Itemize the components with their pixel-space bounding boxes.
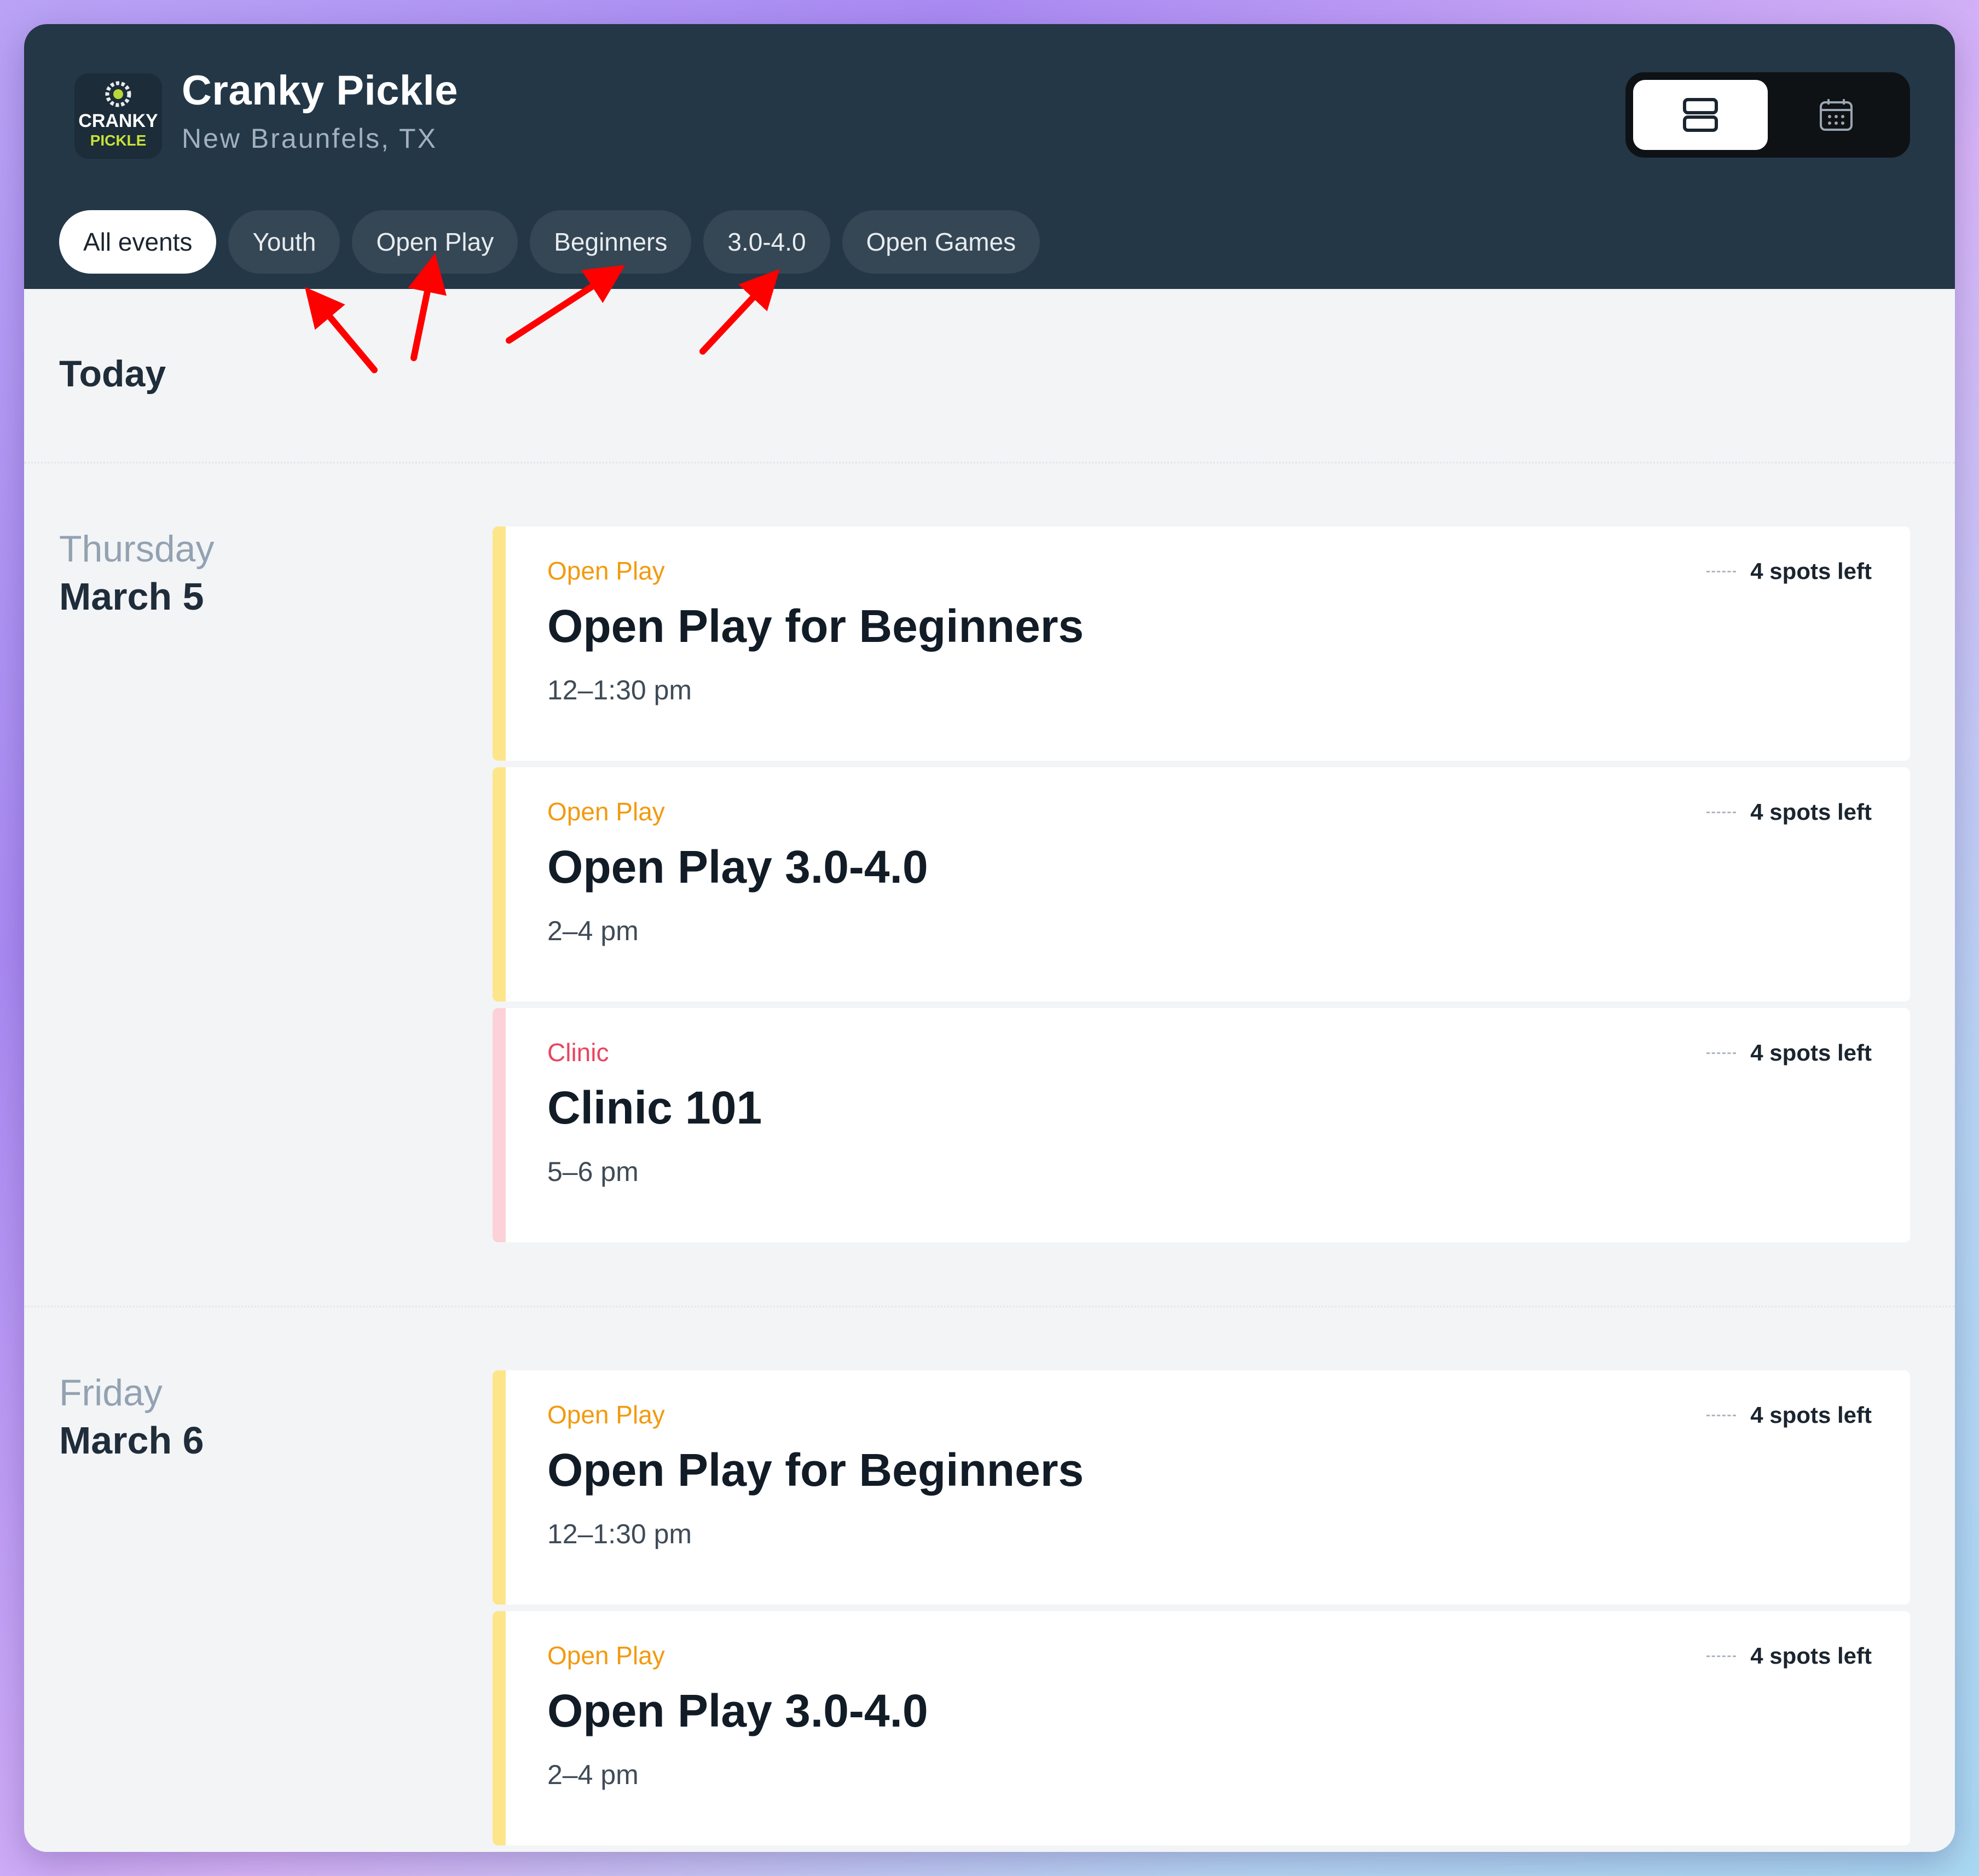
event-title: Open Play 3.0-4.0 xyxy=(547,1685,928,1736)
svg-text:CRANKY: CRANKY xyxy=(78,111,158,131)
event-time: 2–4 pm xyxy=(547,1759,639,1790)
event-time: 2–4 pm xyxy=(547,916,639,946)
event-category: Clinic xyxy=(547,1038,609,1067)
event-time: 12–1:30 pm xyxy=(547,675,692,705)
category-color-bar xyxy=(493,1370,506,1605)
category-color-bar xyxy=(493,767,506,1001)
calendar-icon xyxy=(1820,99,1853,131)
spots-indicator: 4 spots left xyxy=(1706,1402,1872,1428)
day-weekday: Friday xyxy=(59,1372,163,1414)
spots-left: 4 spots left xyxy=(1750,1643,1872,1669)
event-card[interactable]: Open Play Open Play 3.0-4.0 2–4 pm 4 spo… xyxy=(493,767,1910,1001)
event-title: Open Play 3.0-4.0 xyxy=(547,841,928,893)
filter-pills: All events Youth Open Play Beginners 3.0… xyxy=(59,210,1040,274)
spots-left: 4 spots left xyxy=(1750,1040,1872,1066)
event-time: 12–1:30 pm xyxy=(547,1519,692,1549)
category-color-bar xyxy=(493,1611,506,1845)
view-toggle xyxy=(1625,72,1910,158)
spots-left: 4 spots left xyxy=(1750,1402,1872,1428)
filter-all-events[interactable]: All events xyxy=(59,210,217,274)
filter-3-0-4-0[interactable]: 3.0-4.0 xyxy=(703,210,830,274)
app-window: CRANKY PICKLE Cranky Pickle New Braunfel… xyxy=(24,24,1955,1852)
svg-text:PICKLE: PICKLE xyxy=(90,132,147,149)
list-view-icon xyxy=(1683,98,1718,132)
spots-left: 4 spots left xyxy=(1750,558,1872,584)
event-category: Open Play xyxy=(547,797,665,826)
spots-indicator: 4 spots left xyxy=(1706,1643,1872,1669)
event-category: Open Play xyxy=(547,1400,665,1429)
annotation-arrow xyxy=(304,287,378,373)
event-title: Clinic 101 xyxy=(547,1082,762,1133)
event-card[interactable]: Open Play Open Play for Beginners 12–1:3… xyxy=(493,526,1910,761)
annotation-arrow xyxy=(699,269,780,355)
section-divider xyxy=(24,462,1955,464)
spots-indicator: 4 spots left xyxy=(1706,799,1872,825)
dash-icon xyxy=(1706,570,1737,572)
club-logo: CRANKY PICKLE xyxy=(74,73,162,159)
dash-icon xyxy=(1706,1655,1737,1657)
event-time: 5–6 pm xyxy=(547,1156,639,1187)
dash-icon xyxy=(1706,811,1737,813)
filter-youth[interactable]: Youth xyxy=(228,210,340,274)
spots-indicator: 4 spots left xyxy=(1706,1040,1872,1066)
section-divider xyxy=(24,1306,1955,1307)
header: CRANKY PICKLE Cranky Pickle New Braunfel… xyxy=(24,24,1955,289)
spots-left: 4 spots left xyxy=(1750,799,1872,825)
filter-open-play[interactable]: Open Play xyxy=(352,210,518,274)
event-title: Open Play for Beginners xyxy=(547,600,1084,652)
calendar-view-button[interactable] xyxy=(1769,80,1903,150)
page-title: Cranky Pickle xyxy=(182,67,459,114)
event-category: Open Play xyxy=(547,557,665,585)
dash-icon xyxy=(1706,1052,1737,1054)
day-weekday: Thursday xyxy=(59,528,215,570)
dash-icon xyxy=(1706,1414,1737,1416)
location-subtitle: New Braunfels, TX xyxy=(182,123,437,154)
event-card[interactable]: Open Play Open Play 3.0-4.0 2–4 pm 4 spo… xyxy=(493,1611,1910,1845)
filter-open-games[interactable]: Open Games xyxy=(842,210,1040,274)
day-date: March 6 xyxy=(59,1419,204,1462)
spots-indicator: 4 spots left xyxy=(1706,558,1872,584)
event-title: Open Play for Beginners xyxy=(547,1444,1084,1496)
event-card[interactable]: Clinic Clinic 101 5–6 pm 4 spots left xyxy=(493,1008,1910,1242)
event-category: Open Play xyxy=(547,1641,665,1670)
filter-beginners[interactable]: Beginners xyxy=(530,210,692,274)
category-color-bar xyxy=(493,526,506,761)
today-heading: Today xyxy=(59,353,166,395)
category-color-bar xyxy=(493,1008,506,1242)
event-card[interactable]: Open Play Open Play for Beginners 12–1:3… xyxy=(493,1370,1910,1605)
pickleball-gear-icon: CRANKY PICKLE xyxy=(78,81,158,149)
day-date: March 5 xyxy=(59,575,204,618)
list-view-button[interactable] xyxy=(1633,80,1768,150)
